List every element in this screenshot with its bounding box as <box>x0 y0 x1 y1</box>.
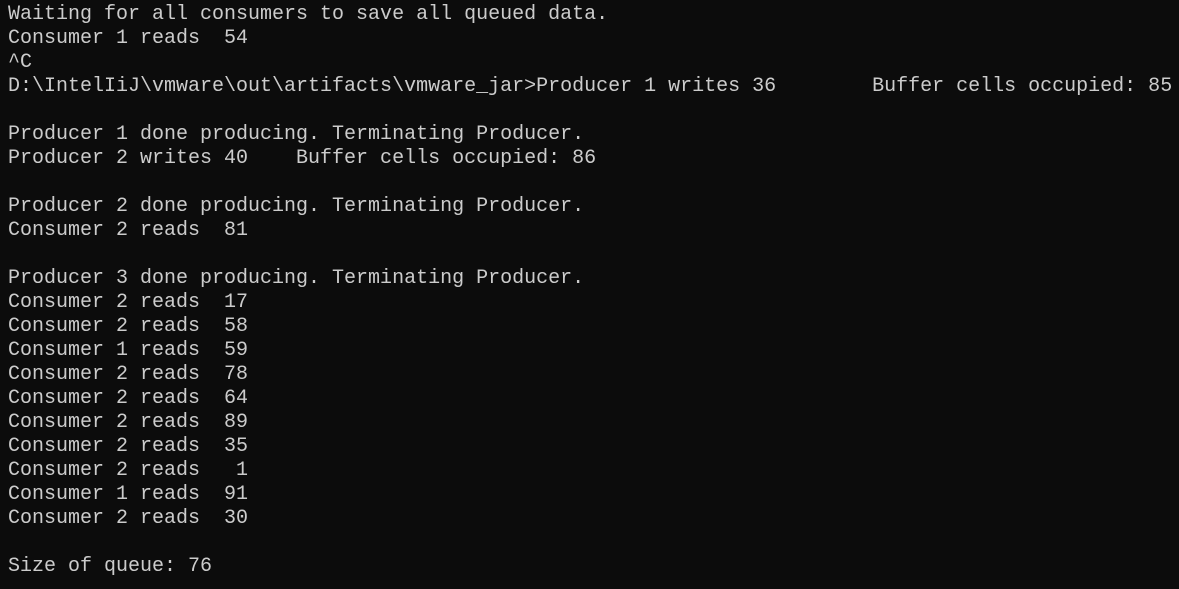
output-line: Consumer 2 reads 17 <box>8 291 249 314</box>
output-line: Consumer 2 reads 89 <box>8 411 249 434</box>
output-line: Producer 2 done producing. Terminating P… <box>8 195 585 218</box>
output-line: Consumer 1 reads 91 <box>8 483 249 506</box>
output-line: Waiting for all consumers to save all qu… <box>8 3 609 26</box>
output-line: Consumer 1 reads 54 <box>8 27 249 50</box>
output-line: Consumer 1 reads 59 <box>8 339 249 362</box>
output-line: Consumer 2 reads 30 <box>8 507 249 530</box>
output-line: Consumer 2 reads 81 <box>8 219 249 242</box>
output-line: Size of queue: 76 <box>8 555 213 578</box>
output-line: Consumer 2 reads 35 <box>8 435 249 458</box>
output-line: Producer 3 done producing. Terminating P… <box>8 267 585 290</box>
terminal-output[interactable]: Waiting for all consumers to save all qu… <box>0 0 1179 579</box>
output-line: Producer 2 writes 40 Buffer cells occupi… <box>8 147 597 170</box>
prompt-line: D:\IntelIiJ\vmware\out\artifacts\vmware_… <box>8 75 1173 98</box>
output-line: Consumer 2 reads 64 <box>8 387 249 410</box>
output-line: Consumer 2 reads 1 <box>8 459 249 482</box>
output-line: Consumer 2 reads 58 <box>8 315 249 338</box>
output-line: Consumer 2 reads 78 <box>8 363 249 386</box>
output-line: ^C <box>8 51 33 74</box>
output-line: Producer 1 done producing. Terminating P… <box>8 123 585 146</box>
